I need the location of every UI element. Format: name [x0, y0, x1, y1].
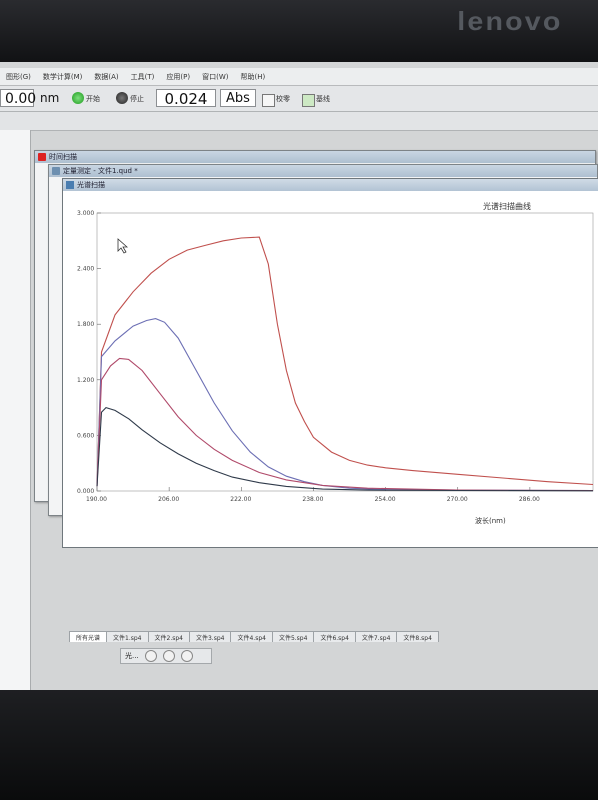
- window-icon: [52, 167, 60, 175]
- spectrum-scan-window[interactable]: 光谱扫描 0.000 0.600 1.200 1.800 2.400 3.000 190.0…: [62, 178, 598, 642]
- tab-file[interactable]: 文件7.sp4: [354, 631, 398, 642]
- tab-file[interactable]: 文件2.sp4: [147, 631, 190, 642]
- menu-item[interactable]: 数学计算(M): [43, 72, 83, 82]
- x-tick-label: 270.00: [447, 496, 468, 503]
- tab-file[interactable]: 文件8.sp4: [396, 631, 439, 642]
- window-title: 定量测定 - 文件1.qud *: [63, 167, 138, 175]
- x-tick-label: 206.00: [158, 496, 179, 503]
- minimized-taskbar: 光...: [120, 648, 212, 664]
- chart-title: 光谱扫描曲线: [483, 201, 531, 211]
- menu-item[interactable]: 图形(G): [6, 72, 31, 82]
- baseline-icon[interactable]: [302, 94, 315, 107]
- x-tick-label: 222.00: [230, 496, 251, 503]
- start-icon[interactable]: [72, 92, 84, 104]
- x-tick-label: 254.00: [375, 496, 396, 503]
- left-panel: [0, 130, 31, 690]
- screen: 图形(G) 数学计算(M) 数据(A) 工具(T) 应用(P) 窗口(W) 帮助…: [0, 62, 598, 690]
- menu-item[interactable]: 帮助(H): [241, 72, 266, 82]
- file-tabs: 所有光谱 文件1.sp4 文件2.sp4 文件3.sp4 文件4.sp4 文件5…: [69, 631, 439, 642]
- menu-item[interactable]: 窗口(W): [202, 72, 228, 82]
- window-icon: [38, 153, 46, 161]
- y-tick-label: 0.600: [77, 432, 94, 439]
- x-axis-label: 波长(nm): [475, 516, 506, 525]
- baseline-button[interactable]: 基线: [316, 94, 330, 104]
- window-title: 光谱扫描: [77, 181, 105, 189]
- monitor-bezel-bottom: [0, 690, 598, 800]
- tab-file[interactable]: 文件6.sp4: [313, 631, 356, 642]
- brand-logo: lenovo: [457, 6, 563, 36]
- menu-item[interactable]: 工具(T): [131, 72, 155, 82]
- main-toolbar: 0.00 nm 开始 停止 0.024 Abs 校零 基线: [0, 86, 598, 112]
- stop-button[interactable]: 停止: [130, 94, 144, 104]
- stop-icon[interactable]: [116, 92, 128, 104]
- absorbance-unit: Abs: [220, 89, 256, 107]
- settings-icon[interactable]: [162, 650, 175, 662]
- window-icon[interactable]: [180, 650, 193, 662]
- tab-file[interactable]: 文件4.sp4: [230, 631, 273, 642]
- wavelength-unit: nm: [40, 91, 60, 105]
- tab-file[interactable]: 文件1.sp4: [106, 631, 149, 642]
- x-tick-label: 286.00: [519, 496, 540, 503]
- restore-icon[interactable]: [144, 650, 157, 662]
- spectrum-series-line: [96, 357, 594, 492]
- y-tick-label: 3.000: [77, 210, 94, 217]
- y-tick-label: 1.200: [77, 377, 94, 384]
- taskbar-item[interactable]: 光...: [125, 651, 139, 661]
- calibrate-icon[interactable]: [262, 94, 275, 107]
- mouse-cursor-icon: [117, 238, 129, 254]
- y-tick-label: 1.800: [77, 321, 94, 328]
- wavelength-input[interactable]: 0.00: [0, 89, 36, 107]
- spectrum-series-line: [96, 236, 594, 487]
- spectrum-series-line: [96, 318, 594, 492]
- y-tick-label: 2.400: [77, 266, 94, 273]
- tab-file[interactable]: 文件5.sp4: [271, 631, 315, 642]
- secondary-toolbar: [0, 112, 598, 131]
- window-title: 时间扫描: [49, 153, 77, 161]
- window-icon: [66, 181, 74, 189]
- absorbance-readout: 0.024: [156, 89, 216, 108]
- spectrum-chart: 0.000 0.600 1.200 1.800 2.400 3.000 190.00 206.…: [77, 201, 594, 525]
- menu-item[interactable]: 应用(P): [166, 72, 190, 82]
- calibrate-button[interactable]: 校零: [276, 94, 290, 104]
- menu-item[interactable]: 数据(A): [94, 72, 118, 82]
- monitor-bezel-top: lenovo: [0, 0, 598, 62]
- start-button[interactable]: 开始: [86, 94, 100, 104]
- spectrum-series-line: [96, 406, 594, 492]
- tab-file[interactable]: 文件3.sp4: [188, 631, 232, 642]
- x-tick-label: 190.00: [86, 496, 107, 503]
- x-tick-label: 238.00: [302, 496, 323, 503]
- menu-bar: 图形(G) 数学计算(M) 数据(A) 工具(T) 应用(P) 窗口(W) 帮助…: [0, 68, 598, 86]
- tab-all-spectra[interactable]: 所有光谱: [69, 631, 108, 642]
- y-tick-label: 0.000: [77, 488, 94, 495]
